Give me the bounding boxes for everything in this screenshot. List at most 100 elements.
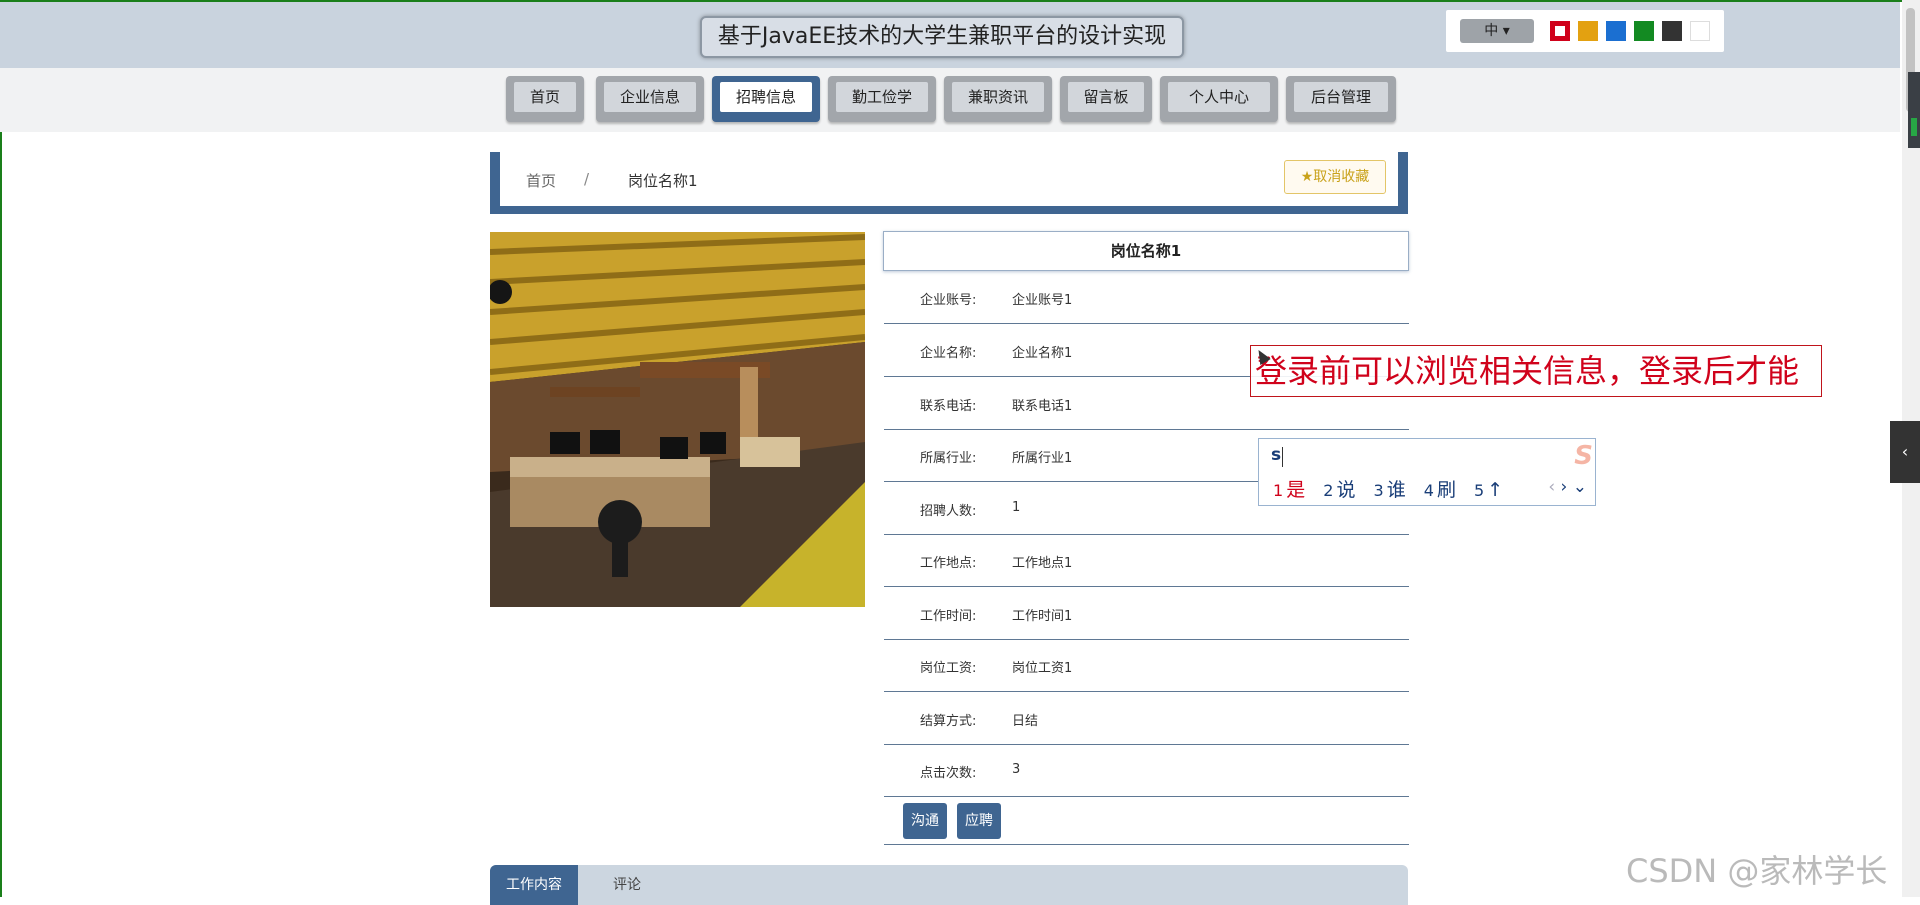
- ime-candidate[interactable]: 3谁: [1374, 479, 1406, 501]
- ime-candidate[interactable]: 2说: [1323, 479, 1355, 501]
- watermark: CSDN @家林学长: [1626, 852, 1888, 890]
- field-value: 1: [1012, 500, 1021, 515]
- breadcrumb-current: 岗位名称1: [628, 172, 698, 190]
- site-title: 基于JavaEE技术的大学生兼职平台的设计实现: [700, 16, 1184, 58]
- candidate-number: 5: [1474, 481, 1485, 500]
- detail-row: 岗位工资: 岗位工资1: [884, 639, 1409, 692]
- field-value: 企业账号1: [1012, 293, 1073, 308]
- nav-label: 招聘信息: [720, 82, 812, 112]
- unfavorite-label: 取消收藏: [1313, 169, 1370, 185]
- nav-label: 个人中心: [1168, 82, 1270, 112]
- candidate-number: 1: [1273, 481, 1284, 500]
- ime-candidates: 1是 2说 3谁 4刷 5 ↑: [1273, 475, 1515, 502]
- ime-candidate-window: S s 1是 2说 3谁 4刷 5 ↑ ‹ › ⌄: [1258, 438, 1596, 506]
- theme-swatch-red[interactable]: [1550, 21, 1570, 41]
- divider: [884, 844, 1409, 845]
- theme-swatch-orange[interactable]: [1578, 21, 1598, 41]
- field-value: 所属行业1: [1012, 451, 1073, 466]
- chevron-left-icon[interactable]: ‹: [1548, 477, 1555, 497]
- candidate-number: 2: [1323, 481, 1334, 500]
- ime-logo-icon: S: [1574, 441, 1593, 471]
- breadcrumb-home[interactable]: 首页: [526, 170, 556, 191]
- nav-label: 勤工俭学: [836, 82, 928, 112]
- breadcrumb: 首页 / 岗位名称1 ★取消收藏: [490, 152, 1408, 214]
- status-indicator: [1911, 118, 1917, 136]
- side-panel-toggle[interactable]: ‹: [1890, 421, 1920, 483]
- field-label: 岗位工资:: [920, 661, 977, 676]
- nav-item-news[interactable]: 兼职资讯: [944, 76, 1052, 122]
- tab-job-content[interactable]: 工作内容: [490, 865, 578, 905]
- nav-item-home[interactable]: 首页: [506, 76, 584, 122]
- nav-item-work-study[interactable]: 勤工俭学: [828, 76, 936, 122]
- detail-row: 工作时间: 工作时间1: [884, 587, 1409, 640]
- office-image: [490, 232, 865, 607]
- nav-item-admin[interactable]: 后台管理: [1286, 76, 1396, 122]
- nav-item-jobs[interactable]: 招聘信息: [712, 76, 820, 122]
- job-photo: [490, 232, 865, 607]
- chevron-left-icon: ‹: [1901, 442, 1909, 461]
- candidate-text: 是: [1286, 479, 1306, 501]
- ime-input-text: s: [1271, 445, 1282, 465]
- language-label: 中: [1484, 23, 1499, 39]
- chevron-down-icon[interactable]: ⌄: [1573, 477, 1587, 497]
- breadcrumb-separator: /: [584, 170, 590, 188]
- nav-label: 企业信息: [604, 82, 696, 112]
- field-label: 联系电话:: [920, 399, 977, 414]
- theme-switcher: 中 ▾: [1446, 10, 1724, 52]
- caret-down-icon: ▾: [1502, 23, 1510, 39]
- candidate-text: 说: [1336, 479, 1356, 501]
- field-label: 招聘人数:: [920, 504, 977, 519]
- field-value: 联系电话1: [1012, 399, 1073, 414]
- candidate-number: 3: [1373, 481, 1384, 500]
- field-label: 点击次数:: [920, 766, 977, 781]
- detail-row: 点击次数: 3: [884, 744, 1409, 797]
- language-dropdown[interactable]: 中 ▾: [1460, 19, 1534, 43]
- ime-caret: [1282, 447, 1283, 467]
- nav-item-message-board[interactable]: 留言板: [1060, 76, 1152, 122]
- theme-swatch-white[interactable]: [1690, 21, 1710, 41]
- tab-comments[interactable]: 评论: [602, 865, 652, 905]
- content-tabs: 工作内容 评论: [490, 865, 1408, 905]
- nav-label: 兼职资讯: [952, 82, 1044, 112]
- unfavorite-button[interactable]: ★取消收藏: [1284, 160, 1386, 194]
- field-value: 3: [1012, 762, 1021, 777]
- ime-candidate[interactable]: 5 ↑: [1474, 479, 1503, 501]
- ime-candidate[interactable]: 4刷: [1424, 479, 1456, 501]
- apply-button[interactable]: 应聘: [957, 803, 1001, 839]
- field-label: 企业账号:: [920, 293, 977, 308]
- detail-row: 企业账号: 企业账号1: [884, 271, 1409, 324]
- theme-swatch-blue[interactable]: [1606, 21, 1626, 41]
- theme-swatch-dark[interactable]: [1662, 21, 1682, 41]
- job-title: 岗位名称1: [883, 231, 1409, 271]
- star-icon: ★: [1300, 169, 1314, 185]
- nav-label: 留言板: [1068, 82, 1144, 112]
- window-frame-left: [0, 0, 2, 897]
- candidate-text: ↑: [1487, 479, 1504, 501]
- nav-item-companies[interactable]: 企业信息: [596, 76, 704, 122]
- field-label: 结算方式:: [920, 714, 977, 729]
- nav-item-profile[interactable]: 个人中心: [1160, 76, 1278, 122]
- chevron-right-icon[interactable]: ›: [1561, 477, 1568, 497]
- candidate-text: 刷: [1436, 479, 1456, 501]
- field-label: 工作地点:: [920, 556, 977, 571]
- site-header: 基于JavaEE技术的大学生兼职平台的设计实现 中 ▾: [0, 2, 1900, 68]
- candidate-number: 4: [1423, 481, 1434, 500]
- field-value: 日结: [1012, 714, 1039, 729]
- ime-candidate[interactable]: 1是: [1273, 479, 1305, 501]
- field-value: 工作时间1: [1012, 609, 1073, 624]
- side-widget: [1908, 72, 1920, 148]
- field-value: 工作地点1: [1012, 556, 1073, 571]
- communicate-button[interactable]: 沟通: [903, 803, 947, 839]
- detail-row: 工作地点: 工作地点1: [884, 534, 1409, 587]
- annotation-text: 登录前可以浏览相关信息，登录后才能: [1250, 345, 1822, 397]
- detail-row: 结算方式: 日结: [884, 692, 1409, 745]
- field-label: 企业名称:: [920, 346, 977, 361]
- field-label: 工作时间:: [920, 609, 977, 624]
- theme-swatch-green[interactable]: [1634, 21, 1654, 41]
- field-label: 所属行业:: [920, 451, 977, 466]
- nav-label: 后台管理: [1294, 82, 1388, 112]
- candidate-text: 谁: [1386, 479, 1406, 501]
- nav-label: 首页: [514, 82, 576, 112]
- field-value: 企业名称1: [1012, 346, 1073, 361]
- field-value: 岗位工资1: [1012, 661, 1073, 676]
